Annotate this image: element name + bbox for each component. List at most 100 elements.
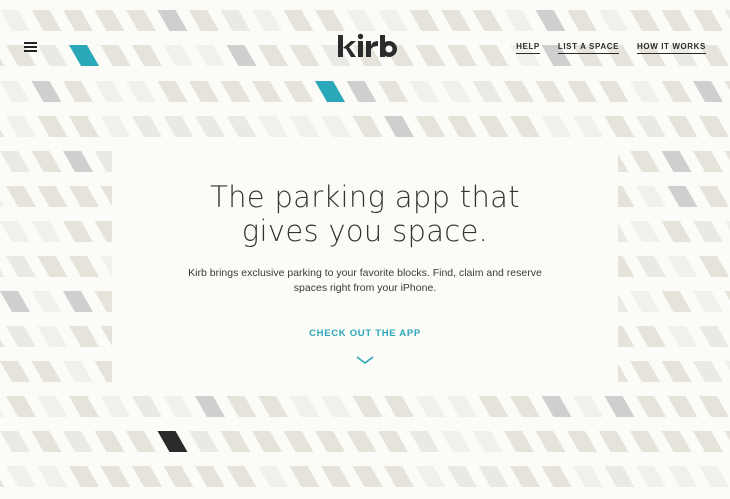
stripe-tile: [157, 431, 188, 452]
stripe-tile: [630, 151, 660, 172]
stripe-tile: [661, 291, 692, 312]
stripe-tile: [6, 186, 36, 207]
kirb-logo-mark: [338, 33, 397, 57]
stripe-tile: [283, 431, 314, 452]
stripe-tile: [346, 81, 377, 102]
stripe-tile: [163, 396, 194, 417]
stripe-tile: [346, 431, 377, 452]
stripe-tile: [289, 466, 320, 487]
stripe-tile: [0, 339, 5, 347]
stripe-tile: [667, 256, 698, 277]
stripe-tile: [226, 116, 257, 137]
stripe-tile: [289, 116, 320, 137]
stripe-tile: [441, 431, 471, 452]
stripe-tile: [252, 81, 282, 102]
stripe-tile: [0, 199, 5, 207]
stripe-tile: [220, 81, 251, 102]
stripe-tile: [315, 431, 345, 452]
stripe-tile: [667, 466, 698, 487]
stripe-tile: [636, 186, 666, 207]
stripe-tile: [415, 466, 446, 487]
stripe-tile: [37, 396, 68, 417]
stripe-tile: [195, 466, 225, 487]
stripe-tile: [667, 186, 698, 207]
stripe-tile: [693, 361, 723, 382]
stripe-tile: [478, 466, 509, 487]
stripe-tile: [636, 256, 666, 277]
top-bar: kirb HELP LIST A SPACE HOW IT WORKS: [0, 0, 730, 80]
stripe-tile: [699, 186, 729, 207]
stripe-tile: [573, 116, 603, 137]
stripe-tile: [541, 466, 572, 487]
stripe-tile: [63, 151, 93, 172]
stripe-tile: [541, 396, 572, 417]
stripe-tile: [258, 116, 288, 137]
nav-how-it-works[interactable]: HOW IT WORKS: [637, 42, 706, 54]
stripe-tile: [0, 129, 5, 137]
stripe-tile: [504, 81, 534, 102]
stripe-tile: [163, 466, 194, 487]
stripe-tile: [630, 291, 660, 312]
nav-list-a-space[interactable]: LIST A SPACE: [557, 42, 620, 54]
stripe-tile: [472, 431, 503, 452]
kirb-logo[interactable]: kirb: [336, 32, 398, 62]
stripe-tile: [535, 81, 566, 102]
stripe-tile: [6, 116, 36, 137]
stripe-tile: [693, 221, 723, 242]
stripe-tile: [724, 151, 730, 161]
hamburger-menu-icon[interactable]: [24, 42, 37, 52]
stripe-tile: [94, 431, 125, 452]
stripe-tile: [598, 431, 629, 452]
stripe-tile: [315, 81, 345, 102]
nav-help[interactable]: HELP: [516, 42, 540, 54]
stripe-tile: [661, 81, 692, 102]
stripe-tile: [441, 81, 471, 102]
stripe-tile: [31, 361, 62, 382]
stripe-tile: [535, 431, 566, 452]
stripe-tile: [157, 81, 188, 102]
stripe-tile: [630, 81, 660, 102]
hero-headline-line-2: gives you space.: [241, 214, 489, 248]
stripe-tile: [163, 116, 194, 137]
stripe-tile: [321, 396, 351, 417]
stripe-tile: [100, 396, 131, 417]
chevron-down-icon[interactable]: [355, 355, 375, 365]
stripe-tile: [567, 81, 597, 102]
stripe-tile: [100, 466, 131, 487]
stripe-tile: [447, 116, 477, 137]
stripe-tile: [0, 269, 5, 277]
stripe-tile: [510, 116, 540, 137]
stripe-tile: [573, 396, 603, 417]
top-navigation: HELP LIST A SPACE HOW IT WORKS: [516, 42, 706, 54]
hero-subtext: Kirb brings exclusive parking to your fa…: [188, 267, 542, 294]
stripe-tile: [604, 396, 635, 417]
stripe-tile: [636, 116, 666, 137]
stripe-tile: [472, 81, 503, 102]
stripe-tile: [6, 396, 36, 417]
stripe-tile: [6, 256, 36, 277]
stripe-tile: [693, 431, 723, 452]
stripe-tile: [699, 116, 729, 137]
stripe-tile: [409, 81, 440, 102]
stripe-tile: [352, 116, 383, 137]
stripe-tile: [699, 256, 729, 277]
stripe-tile: [69, 396, 99, 417]
stripe-tile: [630, 361, 660, 382]
stripe-tile: [384, 116, 414, 137]
check-out-the-app-link[interactable]: CHECK OUT THE APP: [309, 328, 421, 339]
stripe-tile: [258, 466, 288, 487]
stripe-tile: [69, 256, 99, 277]
stripe-tile: [378, 81, 408, 102]
stripe-tile: [289, 396, 320, 417]
stripe-tile: [667, 326, 698, 347]
hero-headline: The parking app that gives you space.: [112, 180, 618, 248]
stripe-tile: [573, 466, 603, 487]
stripe-tile: [63, 81, 93, 102]
stripe-tile: [352, 466, 383, 487]
stripe-tile: [31, 221, 62, 242]
stripe-tile: [321, 466, 351, 487]
stripe-tile: [724, 221, 730, 231]
stripe-tile: [630, 221, 660, 242]
stripe-tile: [724, 431, 730, 441]
stripe-tile: [478, 396, 509, 417]
